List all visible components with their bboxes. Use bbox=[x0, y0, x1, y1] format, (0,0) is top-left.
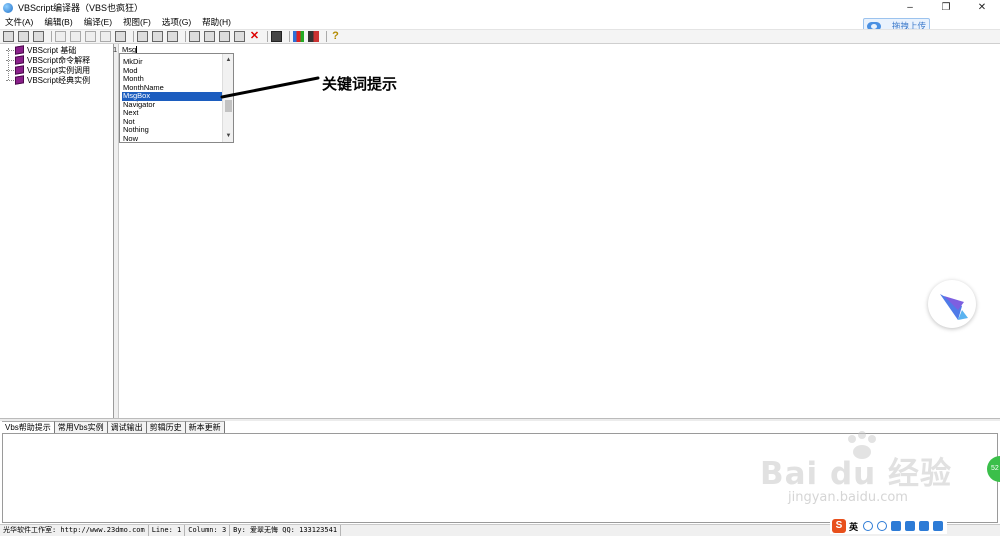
toolbox-icon[interactable] bbox=[933, 521, 944, 531]
skin-icon[interactable] bbox=[919, 521, 930, 531]
keyboard-icon[interactable] bbox=[905, 521, 916, 531]
status-studio: 光华软件工作室: http://www.23dmo.com bbox=[0, 525, 149, 536]
tab-vbs-help[interactable]: Vbs帮助提示 bbox=[2, 421, 55, 433]
tab-clip-history[interactable]: 剪辑历史 bbox=[146, 421, 186, 433]
tab-debug-output[interactable]: 调试输出 bbox=[107, 421, 147, 433]
tab-common-examples[interactable]: 常用Vbs实例 bbox=[54, 421, 108, 433]
ime-language[interactable]: 英 bbox=[849, 520, 858, 533]
emoji-icon[interactable] bbox=[877, 521, 888, 531]
tab-version-update[interactable]: 新本更新 bbox=[185, 421, 225, 433]
status-author: By: 爱翠无悔 QQ: 133123541 bbox=[230, 525, 342, 536]
punctuation-icon[interactable] bbox=[863, 521, 874, 531]
sogou-logo-icon[interactable]: S bbox=[832, 519, 846, 533]
status-line: Line: 1 bbox=[149, 525, 186, 536]
bird-icon bbox=[940, 294, 968, 320]
floating-assistant-button[interactable] bbox=[928, 280, 976, 328]
output-pane[interactable] bbox=[2, 433, 998, 523]
bottom-tabs: Vbs帮助提示 常用Vbs实例 调试输出 剪辑历史 新本更新 bbox=[2, 421, 225, 433]
ime-toolbar[interactable]: S 英 bbox=[830, 518, 948, 534]
annotation-label: 关键词提示 bbox=[322, 76, 398, 93]
microphone-icon[interactable] bbox=[891, 521, 902, 531]
status-column: Column: 3 bbox=[185, 525, 231, 536]
